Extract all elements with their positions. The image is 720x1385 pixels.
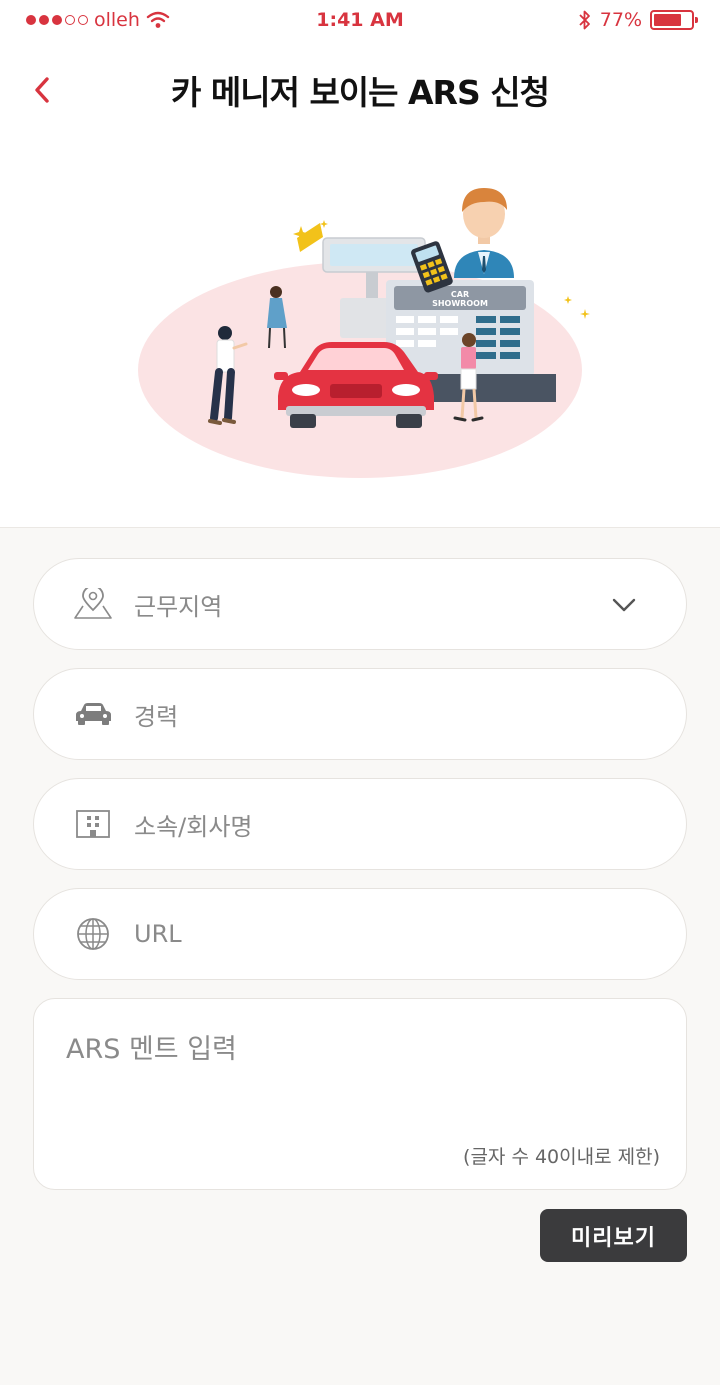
region-select[interactable]: 근무지역	[33, 558, 687, 650]
bluetooth-icon	[579, 10, 590, 30]
page-title: 카 메니저 보이는 ARS 신청	[171, 73, 550, 112]
region-label: 근무지역	[134, 592, 223, 621]
career-label: 경력	[134, 702, 179, 731]
globe-icon	[70, 911, 116, 957]
company-label: 소속/회사명	[134, 812, 253, 841]
location-pin-icon	[70, 581, 116, 627]
status-right: 77%	[578, 9, 698, 31]
battery-icon	[650, 10, 698, 30]
car-showroom-illustration: CAR SHOWROOM	[138, 188, 590, 478]
sign-line1: CAR	[451, 290, 469, 299]
battery-percent: 77%	[599, 9, 642, 31]
battery-fill	[654, 14, 681, 26]
sign-line2: SHOWROOM	[432, 299, 488, 308]
company-field[interactable]: 소속/회사명	[33, 778, 687, 870]
status-bar: olleh 1:41 AM 77%	[0, 0, 720, 44]
url-field[interactable]: URL	[33, 888, 687, 980]
building-icon	[70, 801, 116, 847]
preview-button[interactable]: 미리보기	[540, 1209, 687, 1262]
url-label: URL	[134, 920, 182, 948]
header-area: olleh 1:41 AM 77% 카 메니저 보이는 ARS 신청 CAR S…	[0, 0, 720, 528]
ars-message-placeholder: ARS 멘트 입력	[66, 1034, 237, 1065]
char-limit-note: (글자 수 40이내로 제한)	[463, 1146, 660, 1168]
career-field[interactable]: 경력	[33, 668, 687, 760]
ars-message-input[interactable]: ARS 멘트 입력 (글자 수 40이내로 제한)	[33, 998, 687, 1190]
chevron-down-icon	[612, 598, 636, 612]
car-icon	[70, 691, 116, 737]
